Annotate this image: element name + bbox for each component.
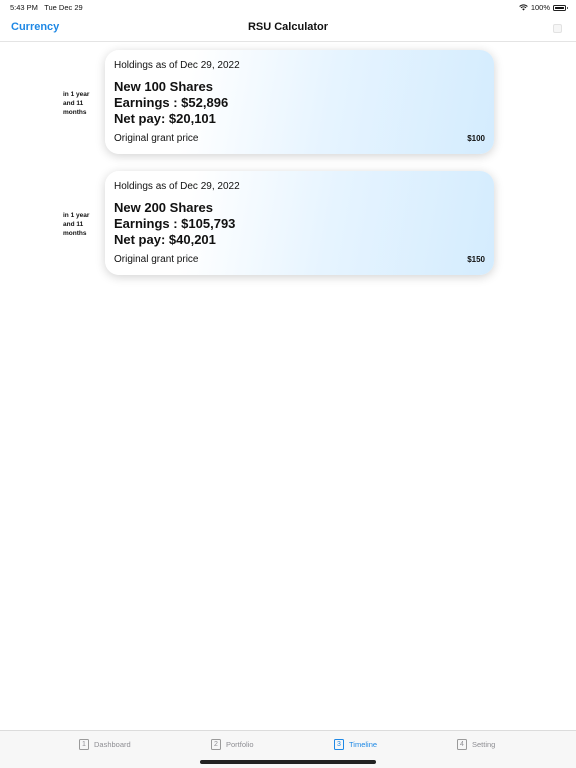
holdings-date: Holdings as of Dec 29, 2022 xyxy=(114,181,240,192)
earnings: Earnings : $52,896 xyxy=(114,95,229,110)
timeline-item: in 1 year and 11 months Holdings as of D… xyxy=(0,171,576,277)
tab-bar: 1 Dashboard 2 Portfolio 3 Timeline 4 Set… xyxy=(0,730,576,768)
wifi-icon xyxy=(519,4,528,11)
rsu-timeline-screen: 5:43 PM Tue Dec 29 100% Currency RSU Cal… xyxy=(0,0,576,768)
grant-price-label: Original grant price xyxy=(114,254,199,265)
holding-card[interactable]: Holdings as of Dec 29, 2022 New 100 Shar… xyxy=(105,50,494,154)
home-indicator xyxy=(200,760,376,764)
tab-number-icon: 1 xyxy=(79,739,89,750)
status-date: Tue Dec 29 xyxy=(44,3,83,12)
tab-number-icon: 4 xyxy=(457,739,467,750)
new-shares: New 200 Shares xyxy=(114,200,214,215)
tab-timeline[interactable]: 3 Timeline xyxy=(334,739,377,750)
battery-icon xyxy=(553,4,568,11)
status-time-date: 5:43 PM Tue Dec 29 xyxy=(10,3,83,12)
status-indicators: 100% xyxy=(519,3,568,12)
tab-setting[interactable]: 4 Setting xyxy=(457,739,495,750)
grant-price-label: Original grant price xyxy=(114,133,199,144)
net-pay: Net pay: $20,101 xyxy=(114,111,216,126)
vesting-time-label: in 1 year and 11 months xyxy=(63,91,90,116)
vesting-time-label: in 1 year and 11 months xyxy=(63,212,90,237)
tab-label: Setting xyxy=(472,740,496,749)
grant-price-value: $150 xyxy=(467,255,485,264)
status-bar: 5:43 PM Tue Dec 29 100% xyxy=(0,0,576,16)
battery-percent: 100% xyxy=(530,3,550,12)
tab-portfolio[interactable]: 2 Portfolio xyxy=(211,739,254,750)
tab-dashboard[interactable]: 1 Dashboard xyxy=(79,739,131,750)
status-time: 5:43 PM xyxy=(10,3,38,12)
new-shares: New 100 Shares xyxy=(114,79,214,94)
page-title: RSU Calculator xyxy=(247,21,329,33)
tab-label: Dashboard xyxy=(94,740,131,749)
timeline-item: in 1 year and 11 months Holdings as of D… xyxy=(0,50,576,156)
holding-card[interactable]: Holdings as of Dec 29, 2022 New 200 Shar… xyxy=(105,171,494,275)
tab-number-icon: 3 xyxy=(334,739,344,750)
net-pay: Net pay: $40,201 xyxy=(114,232,216,247)
tab-label: Portfolio xyxy=(226,740,254,749)
nav-action-icon[interactable] xyxy=(553,24,562,33)
tab-number-icon: 2 xyxy=(211,739,221,750)
grant-price-value: $100 xyxy=(467,134,485,143)
holdings-date: Holdings as of Dec 29, 2022 xyxy=(114,60,240,71)
earnings: Earnings : $105,793 xyxy=(114,216,236,231)
navigation-bar: Currency RSU Calculator xyxy=(0,16,576,42)
tab-label: Timeline xyxy=(349,740,378,749)
